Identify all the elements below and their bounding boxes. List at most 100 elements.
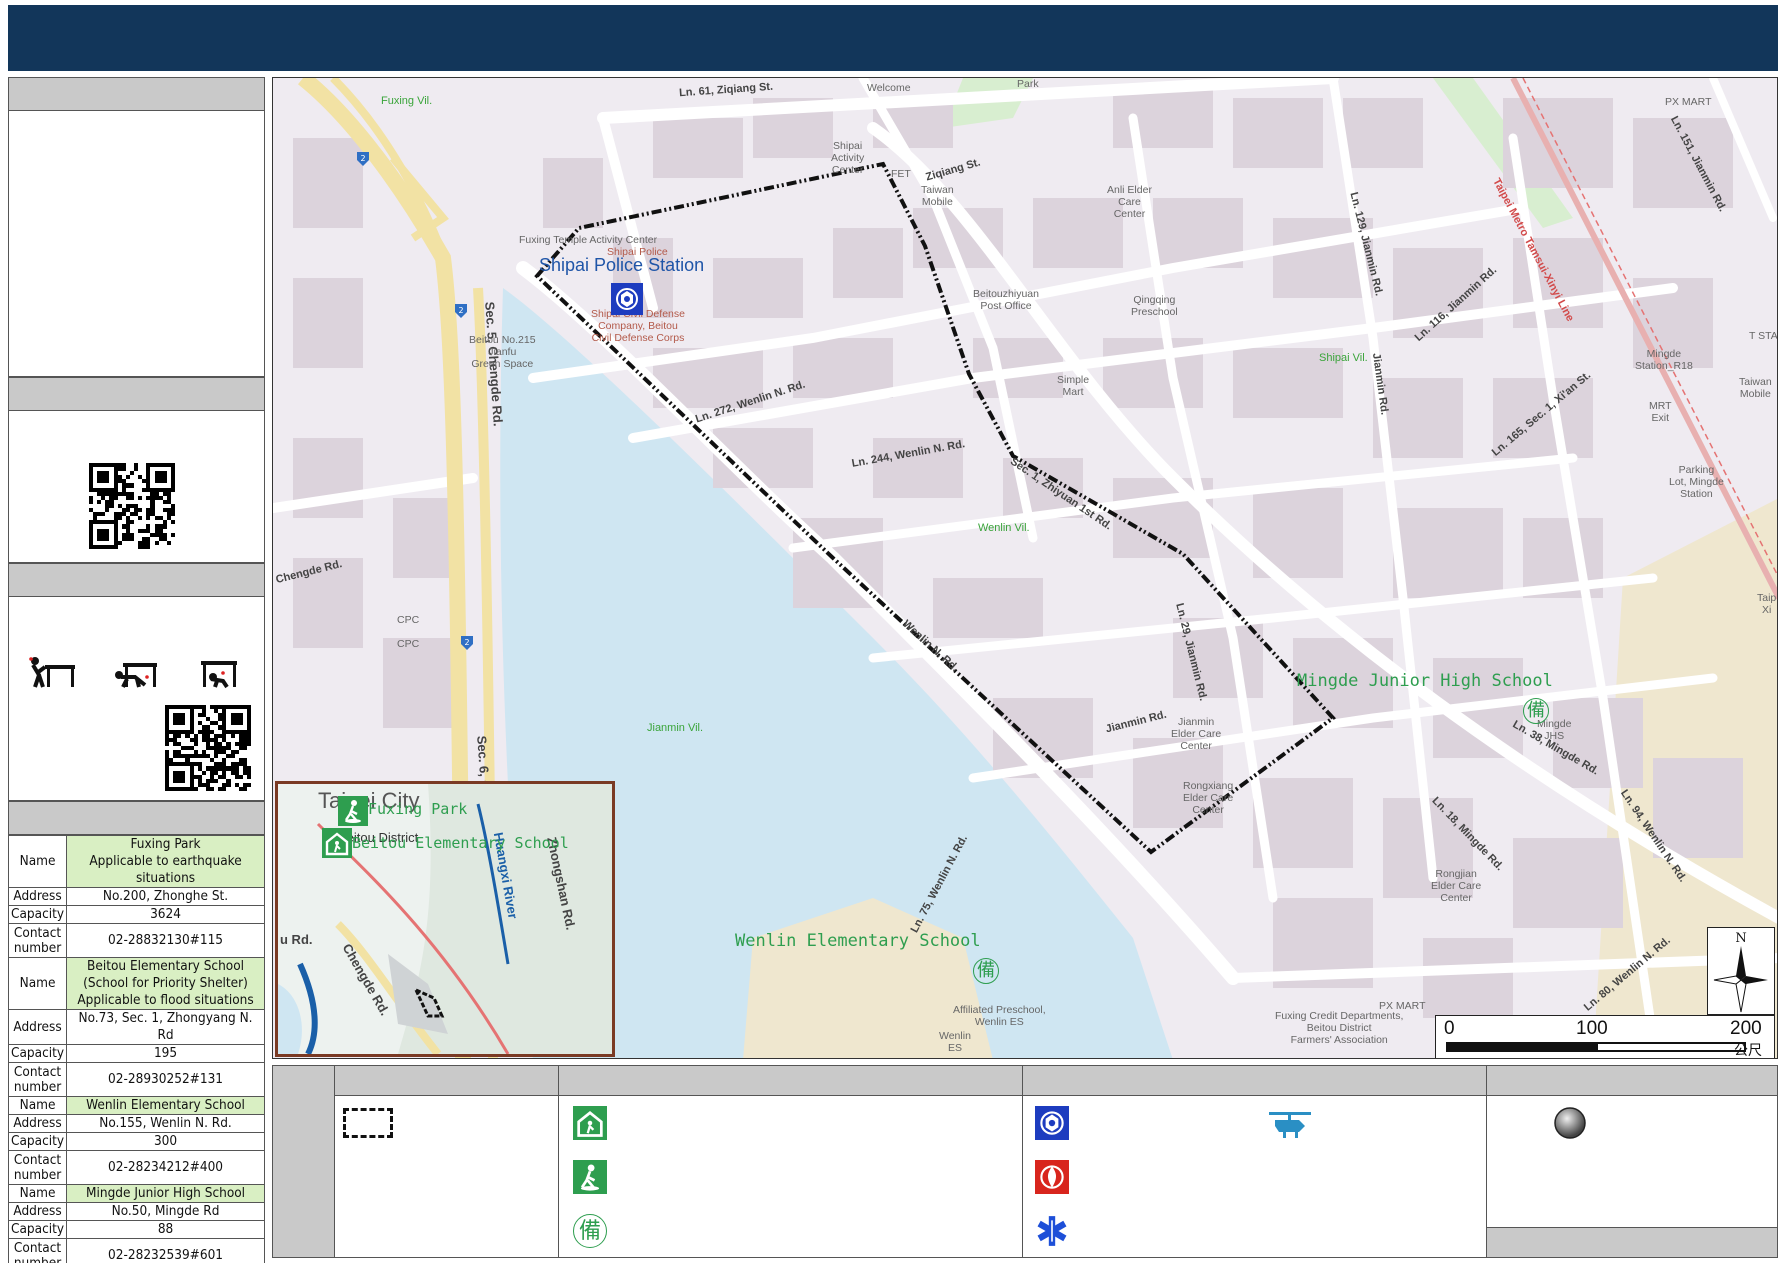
shelter-row-address: Address No.73, Sec. 1, Zhongyang N. Rd [7,1009,265,1045]
legend-column-other [1487,1066,1777,1257]
drill-qr-code[interactable] [165,705,251,791]
shelter-address-value: No.155, Wenlin N. Rd. [66,1114,265,1133]
qr-panel-body [8,411,265,563]
qr-code[interactable] [89,463,175,549]
shelter-row-capacity: Capacity 300 [7,1132,265,1151]
shelter-address-value: No.50, Mingde Rd [66,1202,265,1221]
evacuation-map[interactable]: Fuxing Vil. Shipai Vil. Wenlin Vil. Jian… [272,77,1778,1059]
shelter-capacity-value: 3624 [66,905,265,924]
shelter-name-value: Mingde Junior High School [66,1184,265,1203]
shelter-field-label: Capacity [7,1220,68,1239]
inset-shelter-label: Fuxing Park [368,800,468,818]
hold-figure-icon [201,661,237,689]
prepared-shelter-icon[interactable]: 備 [1523,698,1549,724]
legend-title-column [273,1066,335,1257]
earthquake-shelter-icon[interactable] [338,796,368,826]
highway-shield-icon: 2 [357,152,369,166]
shelter-contact-value: 02-28232539#601 [66,1238,265,1263]
poi-label: Mingde Station_R18 [1635,348,1693,372]
poi-label: Beitouzhiyuan Post Office [973,288,1039,312]
earthquake-drill-figures [23,655,245,689]
legend-panel: 備 [272,1065,1778,1258]
poi-label: Fuxing Credit Departments, Beitou Distri… [1275,1010,1404,1046]
police-station-icon [1035,1106,1069,1140]
poi-label: Parking Lot, Mingde Station [1669,464,1724,500]
poi-label: Taiwan Mobile [921,184,954,208]
poi-label: T STA [1749,330,1778,342]
shelter-row-name: Name Beitou Elementary School (School for… [7,957,265,1010]
gray-circle-icon [1554,1107,1586,1139]
prepared-shelter-icon[interactable]: 備 [973,958,999,984]
shelter-field-label: Contact number [7,923,68,958]
shelter-row-contact: Contact number 02-28930252#131 [7,1062,265,1097]
flood-shelter-icon [573,1106,607,1140]
poi-label: Rongjian Elder Care Center [1431,868,1482,904]
legend-column-shelters: 備 [559,1066,1023,1257]
poi-label: Rongxiang Elder Care Center [1183,780,1234,816]
shelter-field-label: Contact number [7,1062,68,1097]
village-label: Shipai Vil. [1319,352,1368,364]
info-panel-body [8,111,265,377]
poi-label: Jianmin Elder Care Center [1171,716,1222,752]
shelter-field-label: Address [7,1114,68,1133]
scale-segment-white [1596,1042,1746,1052]
shelter-field-label: Address [7,1009,68,1045]
poi-label: Simple Mart [1057,374,1090,398]
shelter-field-label: Capacity [7,905,68,924]
flood-shelter-icon[interactable] [322,828,352,858]
inset-road-label: u Rd. [280,932,313,947]
scale-tick: 200 [1730,1018,1762,1039]
shelter-name-value: Wenlin Elementary School [66,1096,265,1115]
shelter-contact-value: 02-28832130#115 [66,923,265,958]
shelter-row-name: Name Mingde Junior High School [7,1184,265,1203]
shelter-table: Name Fuxing Park Applicable to earthquake… [7,835,265,1263]
shelter-name-value: Fuxing Park Applicable to earthquake sit… [66,835,265,888]
poi-label: Fuxing Temple Activity Center [519,234,658,246]
svg-text:2: 2 [360,154,365,163]
poi-label: Qingqing Preschool [1131,294,1178,318]
drill-panel-header [8,563,265,597]
helicopter-icon [1269,1112,1311,1138]
village-label: Fuxing Vil. [381,95,433,107]
shelter-field-label: Name [7,957,68,1010]
shelter-row-capacity: Capacity 88 [7,1220,265,1239]
poi-label: Wenlin ES [939,1030,971,1054]
left-column: Name Fuxing Park Applicable to earthquake… [7,77,265,1263]
shelter-field-label: Name [7,835,68,888]
shelter-row-contact: Contact number 02-28234212#400 [7,1150,265,1185]
prepared-shelter-icon: 備 [573,1214,607,1248]
svg-text:N: N [1735,931,1746,946]
shelter-field-label: Address [7,1202,68,1221]
poi-label: Shipai Activity Center [831,140,865,176]
inset-shelter-label: Beitou Elementary School [352,834,569,852]
shelter-row-address: Address No.155, Wenlin N. Rd. [7,1114,265,1133]
highway-shield-icon: 2 [455,304,467,318]
poi-label: Anli Elder Care Center [1107,184,1152,220]
shelter-capacity-value: 300 [66,1132,265,1151]
boundary-legend-icon [343,1108,393,1138]
shelter-row-name: Name Wenlin Elementary School [7,1096,265,1115]
scale-bar: 0 100 200 公尺 [1435,1015,1775,1058]
shelter-field-label: Contact number [7,1150,68,1185]
legend-column-facilities [1023,1066,1487,1257]
inset-map[interactable]: Taipei City Beitou District Huangxi Rive… [275,781,615,1057]
scale-unit: 公尺 [1734,1042,1762,1058]
poi-label: Taip Xi [1757,592,1777,616]
shelter-panel-header [8,801,265,835]
shelter-row-address: Address No.200, Zhonghe St. [7,887,265,906]
police-station-icon[interactable] [611,283,643,315]
police-station-label: Shipai Police Station [539,255,705,275]
scale-segment-black [1446,1042,1596,1052]
shelter-row-address: Address No.50, Mingde Rd [7,1202,265,1221]
poi-label: PX MART [1665,96,1712,108]
cover-figure-icon [115,663,157,688]
shelter-name-value: Beitou Elementary School (School for Pri… [66,957,265,1010]
village-label: Wenlin Vil. [978,522,1030,534]
shelter-field-label: Address [7,887,68,906]
poi-label: MRT Exit [1649,400,1672,424]
poi-label: Taiwan Mobile [1739,376,1772,400]
shelter-field-label: Capacity [7,1044,68,1063]
shelter-row-contact: Contact number 02-28832130#115 [7,923,265,958]
legend-footer-cell [1487,1227,1777,1257]
poi-label: Welcome [867,82,911,94]
